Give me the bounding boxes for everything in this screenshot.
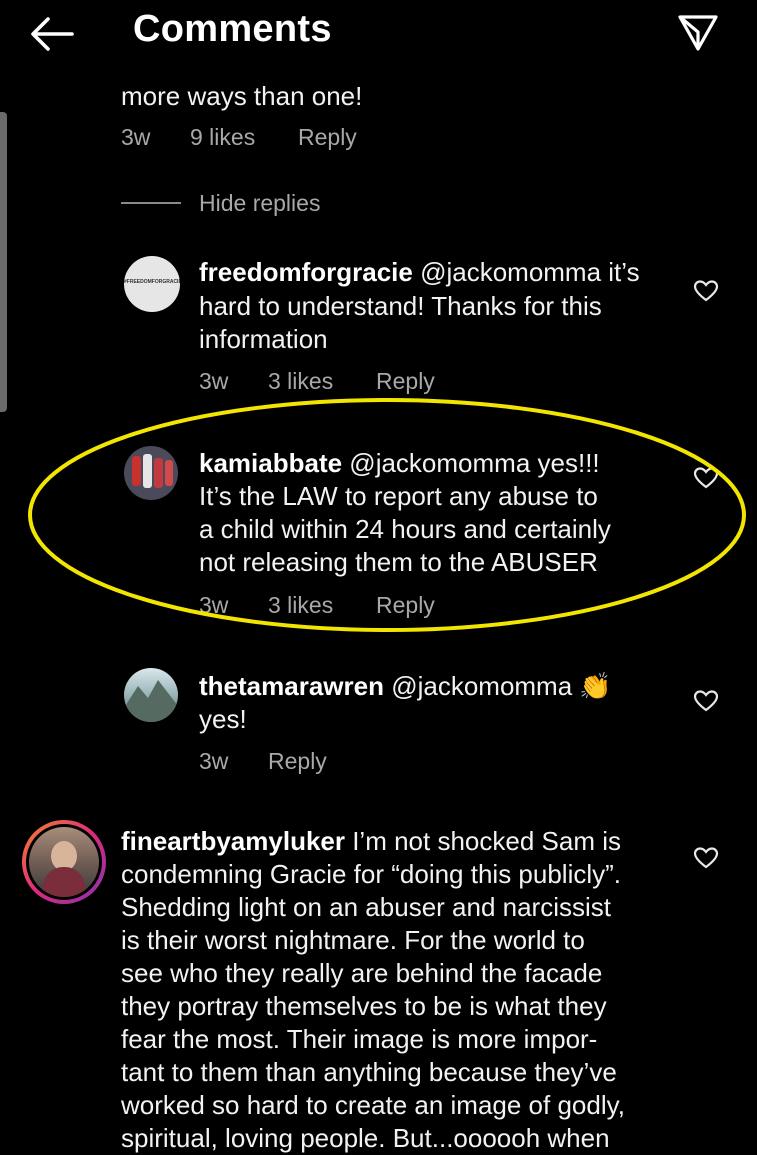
- heart-icon[interactable]: [693, 279, 719, 303]
- username[interactable]: thetamarawren: [199, 671, 384, 701]
- comments-header: Comments: [0, 0, 757, 64]
- comment-text: more ways than one!: [121, 81, 363, 111]
- heart-icon[interactable]: [693, 689, 719, 713]
- divider: [121, 202, 181, 204]
- avatar-person-shape: [154, 458, 163, 488]
- comment-text-line: condemning Gracie for “doing this public…: [121, 859, 622, 889]
- comment-text-line: is their worst nightmare. For the world …: [121, 925, 585, 955]
- comment-likes[interactable]: 3 likes: [268, 368, 333, 395]
- back-arrow-icon[interactable]: [28, 14, 76, 54]
- reply-text-line: yes!: [199, 704, 247, 734]
- reply-text-line: a child within 24 hours and certainly: [199, 514, 611, 544]
- comment-text-line: fineartbyamyluker I’m not shocked Sam is: [121, 826, 621, 856]
- reply-text-line: kamiabbate @jackomomma yes!!!: [199, 448, 600, 478]
- reply-text-line: thetamarawren @jackomomma 👏: [199, 671, 612, 701]
- comment-time: 3w: [121, 124, 151, 150]
- comment-likes[interactable]: 3 likes: [268, 592, 333, 619]
- avatar[interactable]: [124, 668, 178, 722]
- page-title: Comments: [133, 8, 332, 50]
- reply-button[interactable]: Reply: [376, 592, 435, 619]
- username[interactable]: kamiabbate: [199, 448, 342, 478]
- reply-button[interactable]: Reply: [268, 748, 327, 775]
- comment-text-line: they portray themselves to be is what th…: [121, 991, 607, 1021]
- comment-time: 3w: [199, 592, 229, 618]
- avatar-logo-text: #FREEDOMFORGRACIE: [124, 279, 180, 285]
- comment-text-line: Shedding light on an abuser and narcissi…: [121, 892, 611, 922]
- reply-text-line: not releasing them to the ABUSER: [199, 547, 598, 577]
- avatar-person-shape: [143, 454, 152, 488]
- comment-text-line: spiritual, loving people. But...oooooh w…: [121, 1123, 610, 1153]
- comment-text-line: see who they really are behind the facad…: [121, 958, 603, 988]
- reply-text-line: freedomforgracie @jackomomma it’s: [199, 257, 640, 287]
- reply-button[interactable]: Reply: [376, 368, 435, 395]
- heart-icon[interactable]: [693, 846, 719, 870]
- comment-likes[interactable]: 9 likes: [190, 124, 255, 151]
- reply-text-line: information: [199, 324, 328, 354]
- hide-replies-button[interactable]: Hide replies: [199, 190, 320, 217]
- avatar-story-ring[interactable]: [22, 820, 106, 904]
- avatar-photo: [29, 827, 99, 897]
- reply-text-line: It’s the LAW to report any abuse to: [199, 481, 598, 511]
- reply-button[interactable]: Reply: [298, 124, 357, 151]
- avatar[interactable]: #FREEDOMFORGRACIE: [124, 256, 180, 312]
- comment-text-line: worked so hard to create an image of god…: [121, 1090, 625, 1120]
- send-icon[interactable]: [676, 12, 720, 52]
- avatar-landscape-shape: [124, 680, 178, 722]
- heart-icon[interactable]: [693, 466, 719, 490]
- scrollbar[interactable]: [0, 112, 7, 412]
- comment-text-line: tant to them than anything because they’…: [121, 1057, 617, 1087]
- comment-time: 3w: [199, 748, 229, 774]
- avatar-person-shape: [132, 456, 141, 486]
- comment-time: 3w: [199, 368, 229, 394]
- reply-text-line: hard to understand! Thanks for this: [199, 291, 602, 321]
- comment-text-line: fear the most. Their image is more impor…: [121, 1024, 598, 1054]
- avatar[interactable]: [124, 446, 178, 500]
- username[interactable]: freedomforgracie: [199, 257, 413, 287]
- avatar-person-shape: [165, 460, 173, 486]
- username[interactable]: fineartbyamyluker: [121, 826, 345, 856]
